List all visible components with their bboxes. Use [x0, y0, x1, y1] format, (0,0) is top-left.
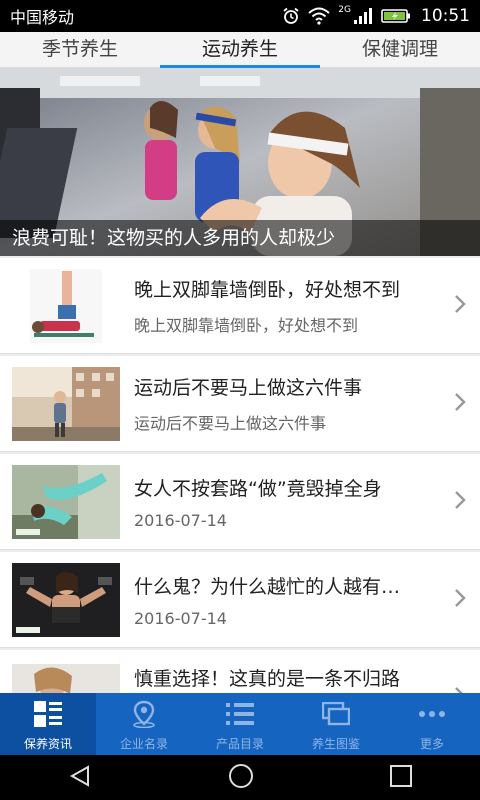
- back-icon[interactable]: [68, 764, 92, 792]
- list-item[interactable]: 晚上双脚靠墙倒卧，好处想不到 晚上双脚靠墙倒卧，好处想不到: [0, 258, 480, 354]
- list-item[interactable]: 什么鬼？为什么越忙的人越有… 2016-07-14: [0, 552, 480, 648]
- nav-more[interactable]: 更多: [384, 693, 480, 755]
- article-thumbnail: [12, 268, 120, 343]
- alarm-icon: [282, 7, 300, 25]
- nav-label: 更多: [419, 737, 444, 751]
- article-thumbnail: [12, 562, 120, 637]
- article-title: 女人不按套路“做”竟毁掉全身: [134, 477, 382, 500]
- recent-apps-icon[interactable]: [390, 764, 412, 791]
- battery-charging-icon: [381, 8, 411, 24]
- chevron-right-icon: [454, 294, 466, 318]
- carrier-name: 中国移动: [10, 8, 75, 27]
- nav-label: 企业名录: [119, 737, 168, 751]
- banner-caption: 浪费可耻！这物买的人多用的人却极少: [0, 220, 480, 256]
- article-summary: 晚上双脚靠墙倒卧，好处想不到: [134, 316, 359, 335]
- article-thumbnail: [12, 464, 120, 539]
- list-item[interactable]: 女人不按套路“做”竟毁掉全身 2016-07-14: [0, 454, 480, 550]
- tab-healthcare[interactable]: 保健调理: [320, 32, 480, 67]
- article-title: 慎重选择！这真的是一条不归路: [134, 668, 401, 690]
- status-bar: 中国移动 2G 10:51: [0, 0, 480, 32]
- clock-time: 10:51: [421, 6, 470, 26]
- signal-icon: [353, 7, 373, 25]
- article-title: 运动后不要马上做这六件事: [134, 377, 363, 399]
- article-thumbnail: [12, 366, 120, 441]
- chevron-right-icon: [454, 588, 466, 612]
- chevron-right-icon: [454, 490, 466, 514]
- nav-label: 养生图鉴: [311, 737, 360, 751]
- chevron-right-icon: [454, 392, 466, 416]
- article-date: 2016-07-14: [134, 608, 227, 628]
- list-item[interactable]: 运动后不要马上做这六件事 运动后不要马上做这六件事: [0, 356, 480, 452]
- article-title: 晚上双脚靠墙倒卧，好处想不到: [134, 279, 401, 301]
- article-date: 2016-07-14: [134, 510, 227, 530]
- nav-label: 产品目录: [215, 737, 264, 751]
- nav-label: 保养资讯: [23, 737, 72, 751]
- nav-gallery[interactable]: 养生图鉴: [288, 693, 384, 755]
- featured-banner[interactable]: 浪费可耻！这物买的人多用的人却极少: [0, 68, 480, 256]
- list-icon: [226, 699, 254, 729]
- network-type: 2G: [338, 5, 351, 15]
- news-icon: [34, 699, 62, 729]
- bottom-navigation: 保养资讯 企业名录 产品目录 养生图鉴 更多: [0, 693, 480, 755]
- system-navigation-bar: [0, 755, 480, 800]
- category-tabs: 季节养生 运动养生 保健调理: [0, 32, 480, 68]
- nav-news[interactable]: 保养资讯: [0, 693, 96, 755]
- more-icon: [418, 699, 446, 729]
- article-summary: 运动后不要马上做这六件事: [134, 414, 327, 433]
- tab-seasonal[interactable]: 季节养生: [0, 32, 160, 67]
- nav-products[interactable]: 产品目录: [192, 693, 288, 755]
- home-icon[interactable]: [228, 763, 254, 793]
- article-list: 晚上双脚靠墙倒卧，好处想不到 晚上双脚靠墙倒卧，好处想不到 运动后不要马上做这六…: [0, 258, 480, 748]
- gallery-icon: [322, 699, 350, 729]
- article-title: 什么鬼？为什么越忙的人越有…: [134, 575, 401, 598]
- location-icon: [131, 699, 157, 729]
- wifi-icon: [308, 7, 330, 25]
- tab-exercise[interactable]: 运动养生: [160, 32, 320, 68]
- nav-directory[interactable]: 企业名录: [96, 693, 192, 755]
